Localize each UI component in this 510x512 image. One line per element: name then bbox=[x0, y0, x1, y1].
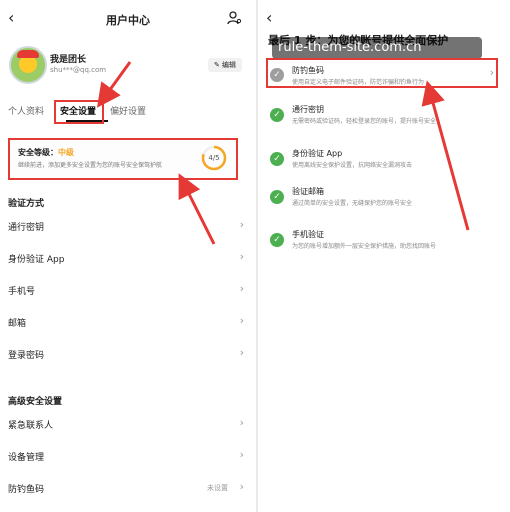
arrow-to-anti-phishing bbox=[421, 80, 470, 231]
annotation-arrows bbox=[96, 61, 216, 245]
user-center-panel: ‹ 用户中心 我是团长 shu***@qq.com ✎ 编辑 个人资料 安全设置… bbox=[0, 0, 256, 512]
annotation-arrows bbox=[421, 80, 470, 231]
arrow-to-security-level bbox=[178, 173, 216, 245]
arrow-to-security-tab bbox=[96, 61, 132, 108]
security-steps-panel: ‹ 最后 1 步：为您的账号提供全面保护 rule-them-site.com.… bbox=[258, 0, 510, 512]
